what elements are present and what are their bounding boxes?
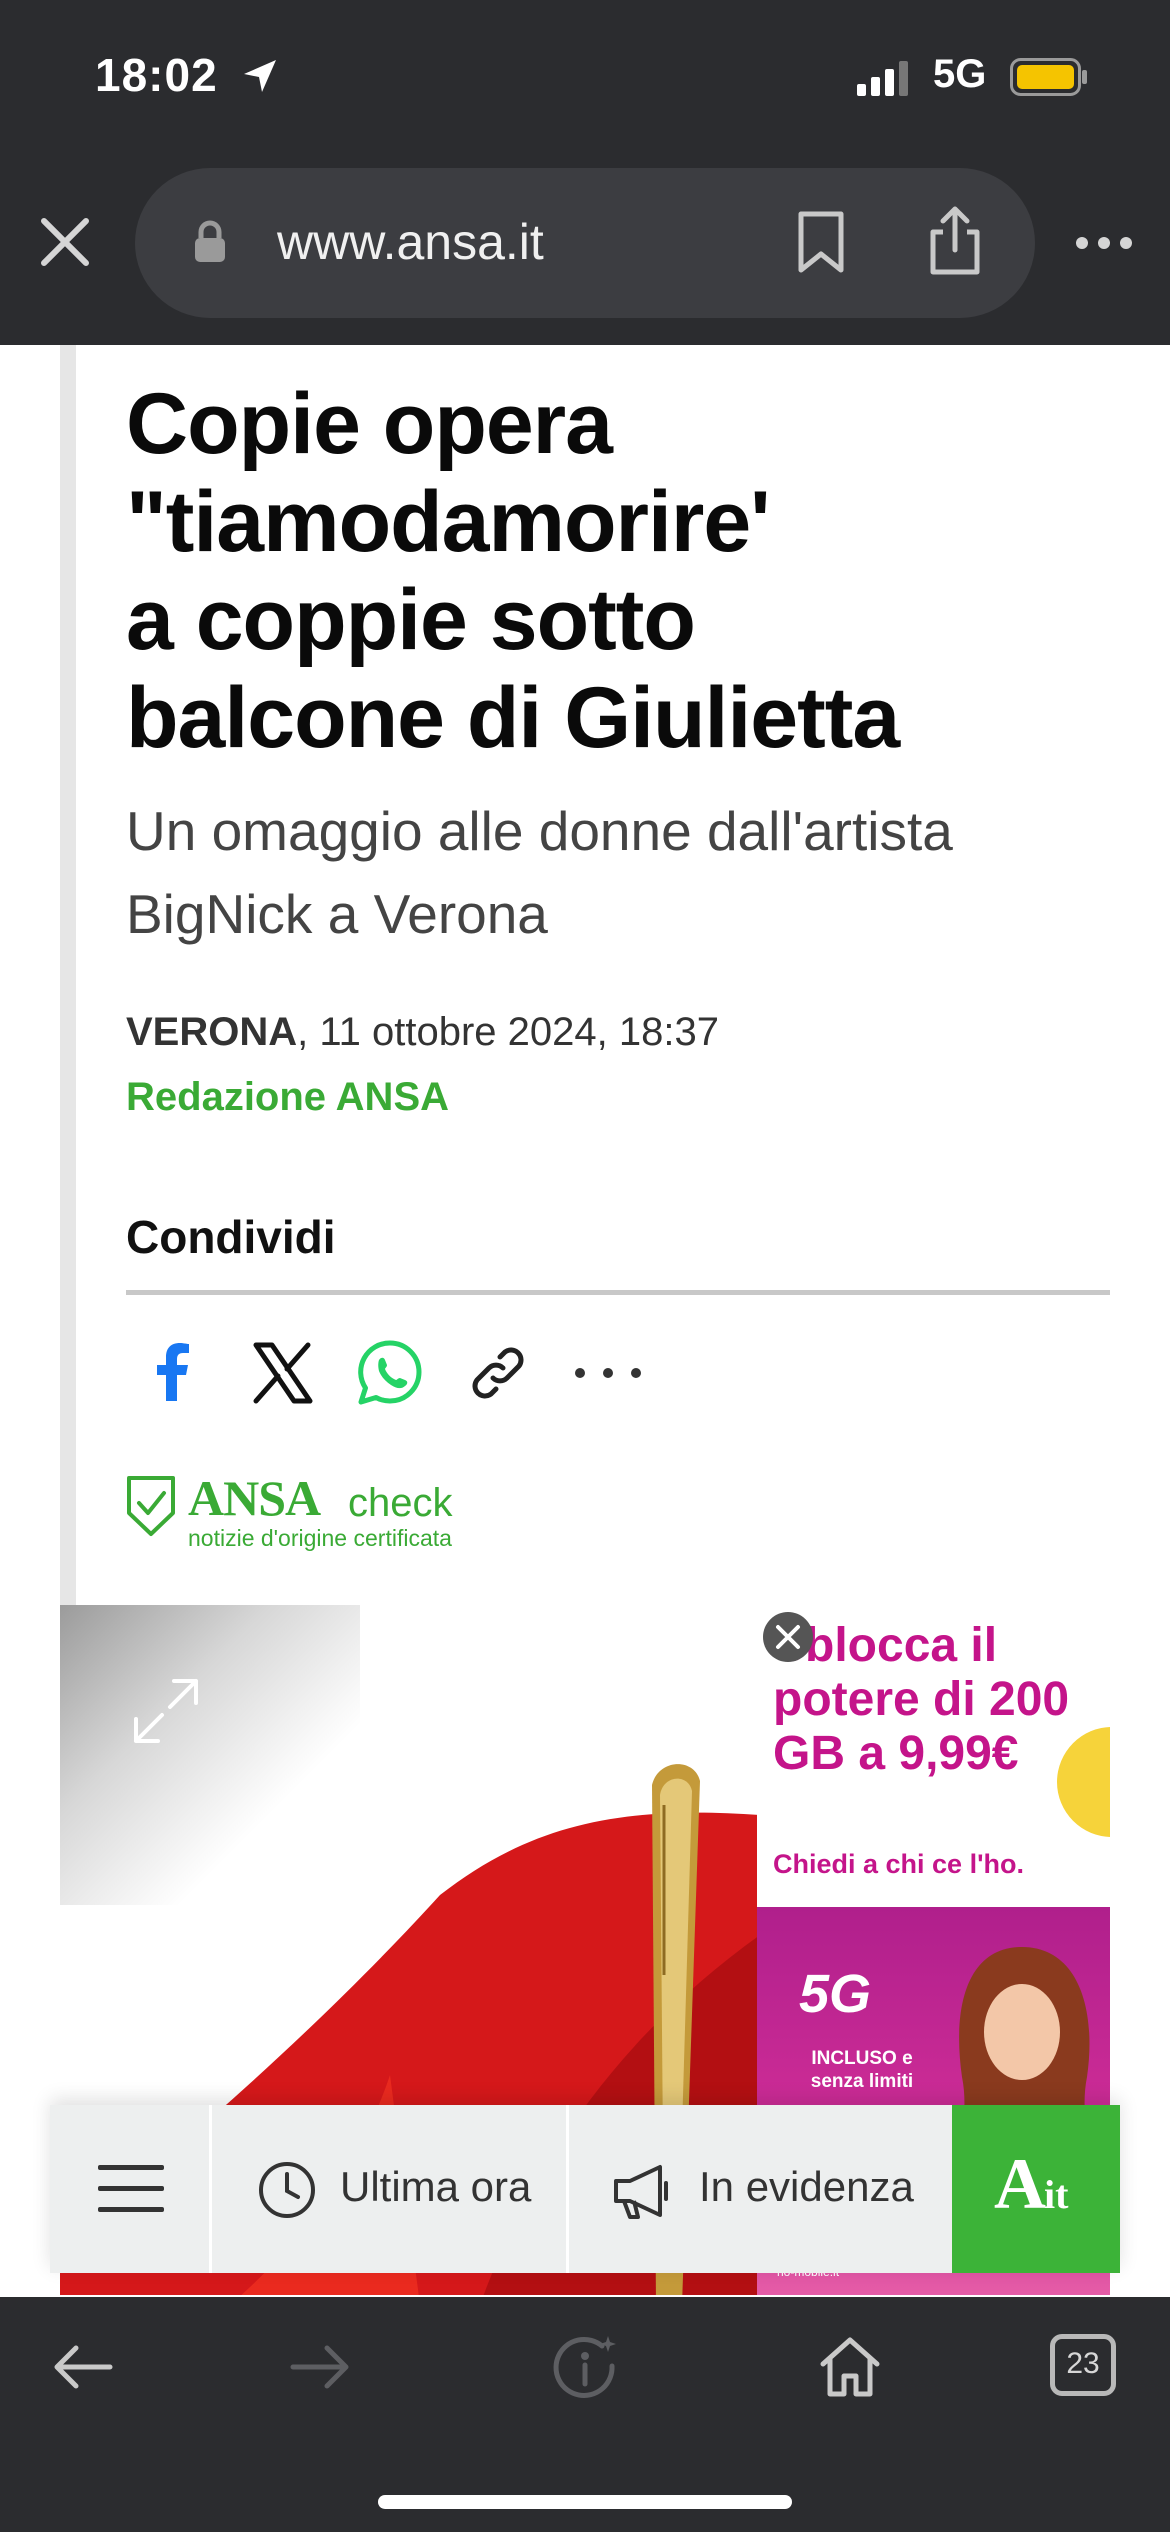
forward-arrow-icon[interactable] [285,2332,355,2402]
link-icon[interactable] [460,1335,536,1411]
article-dateline: VERONA, 11 ottobre 2024, 18:37 [126,1010,719,1055]
lock-icon [195,220,225,262]
address-bar[interactable]: www.ansa.it [135,168,1035,318]
share-icon[interactable] [925,204,985,276]
network-type: 5G [933,52,987,96]
battery-icon [1010,58,1087,96]
tabs-count-button[interactable]: 23 [1050,2334,1116,2396]
bookmark-icon[interactable] [795,210,847,274]
ansacheck-tagline: notizie d'origine certificata [188,1525,452,1551]
url-text: www.ansa.it [277,214,544,270]
close-tab-icon[interactable] [38,215,92,269]
share-heading: Condividi [126,1211,336,1263]
shield-check-icon [127,1476,175,1536]
ansa-ait-logo-button[interactable]: A it [952,2105,1120,2273]
article-author[interactable]: Redazione ANSA [126,1075,449,1120]
ad-close-icon[interactable] [762,1611,814,1663]
ait-logo-it: it [1044,2172,1069,2217]
ad-headline: Sblocca il potere di 200 GB a 9,99€ [773,1619,1070,1780]
home-indicator[interactable] [378,2495,792,2509]
ansacheck-brand: ANSA [188,1470,321,1526]
clock-icon [259,2162,315,2218]
ansacheck-check: check [348,1481,453,1525]
hamburger-icon [98,2165,164,2212]
ansacheck-logo[interactable]: ANSA check notizie d'origine certificata [126,1470,526,1555]
article-page: Copie opera "tiamodamorire' a coppie sot… [0,345,1170,2295]
location-arrow-icon [244,60,276,92]
ait-logo-a: A [994,2144,1046,2224]
ad-subtitle: Chiedi a chi ce l'ho. [773,1849,1024,1879]
dateline-city: VERONA [126,1010,298,1054]
ad-5g-badge: 5G [799,1964,872,2024]
whatsapp-icon[interactable] [352,1335,428,1411]
ultima-ora-button[interactable]: Ultima ora [215,2105,569,2273]
facebook-icon[interactable] [135,1335,211,1411]
ultima-ora-label: Ultima ora [340,2163,532,2210]
page-info-sparkle-icon[interactable] [550,2332,620,2402]
cellular-signal-icon [857,61,908,96]
tabs-count: 23 [1066,2347,1100,2380]
home-icon[interactable] [815,2332,885,2402]
expand-image-icon[interactable] [130,1675,202,1747]
dateline-date: , 11 ottobre 2024, 18:37 [297,1010,719,1054]
status-time: 18:02 [95,49,218,101]
article-headline: Copie opera "tiamodamorire' a coppie sot… [126,376,900,766]
megaphone-icon [614,2165,668,2219]
more-options-icon[interactable] [1075,228,1133,258]
article-subtitle: Un omaggio alle donne dall'artista BigNi… [126,800,953,945]
x-icon[interactable] [244,1335,320,1411]
share-divider [126,1290,1110,1295]
more-share-icon[interactable] [570,1335,646,1411]
browser-top-bar: 18:02 5G www.ansa.it [0,0,1170,345]
in-evidenza-button[interactable]: In evidenza [572,2105,948,2273]
in-evidenza-label: In evidenza [699,2163,914,2210]
back-arrow-icon[interactable] [48,2332,118,2402]
hamburger-menu-button[interactable] [50,2105,212,2273]
ad-included-text: INCLUSO e senza limiti [810,2048,914,2092]
ansa-bottom-nav: Ultima ora In evidenza A it [50,2105,1120,2273]
browser-bottom-bar: 23 [0,2297,1170,2532]
